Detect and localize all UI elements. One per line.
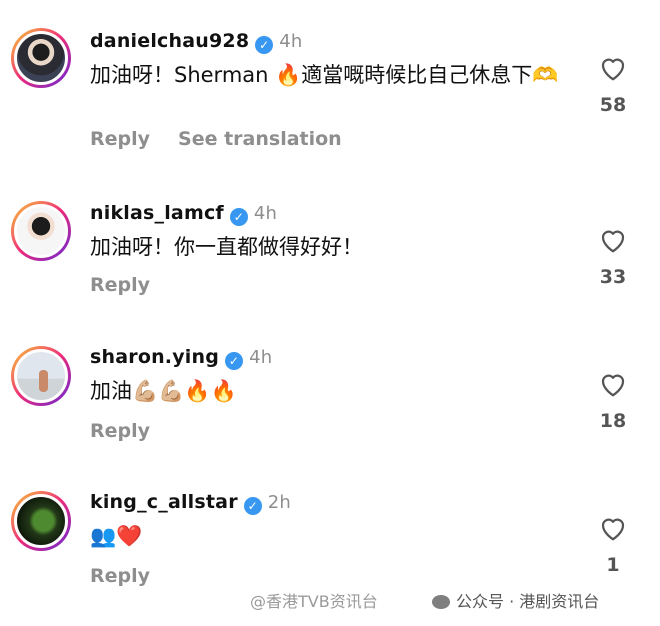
- verified-badge-icon: ✓: [229, 208, 248, 226]
- like-control: 18: [592, 370, 634, 432]
- comment-header: danielchau928 ✓ 4h: [90, 30, 303, 54]
- like-control: 33: [592, 226, 634, 288]
- timestamp: 4h: [279, 31, 303, 52]
- verified-badge-icon: ✓: [255, 36, 274, 54]
- comment-text: 加油💪🏼💪🏼🔥🔥: [90, 379, 237, 403]
- verified-badge-icon: ✓: [225, 352, 244, 370]
- avatar[interactable]: [11, 491, 71, 551]
- username[interactable]: danielchau928: [90, 30, 249, 52]
- username[interactable]: king_c_allstar: [90, 491, 238, 513]
- verified-badge-icon: ✓: [243, 497, 262, 515]
- like-control: 58: [592, 54, 634, 116]
- heart-icon[interactable]: [598, 514, 628, 542]
- comment-actions: Reply See translation: [90, 128, 370, 150]
- comment-header: sharon.ying ✓ 4h: [90, 346, 272, 370]
- comment-text: 👥❤️: [90, 524, 143, 548]
- heart-icon[interactable]: [598, 54, 628, 82]
- heart-icon[interactable]: [598, 226, 628, 254]
- like-count: 58: [599, 94, 627, 116]
- avatar[interactable]: [11, 28, 71, 88]
- heart-icon[interactable]: [598, 370, 628, 398]
- reply-button[interactable]: Reply: [90, 420, 150, 442]
- reply-button[interactable]: Reply: [90, 274, 150, 296]
- like-control: 1: [592, 514, 634, 576]
- timestamp: 4h: [253, 203, 278, 224]
- username[interactable]: sharon.ying: [90, 346, 219, 368]
- like-count: 1: [606, 554, 620, 576]
- comment-text: 加油呀！你一直都做得好好！: [90, 235, 363, 259]
- reply-button[interactable]: Reply: [90, 128, 150, 150]
- avatar[interactable]: [11, 201, 71, 261]
- reply-button[interactable]: Reply: [90, 565, 150, 587]
- timestamp: 2h: [267, 492, 292, 513]
- watermark-wechat-text: 公众号 · 港剧资讯台: [456, 592, 600, 611]
- avatar[interactable]: [11, 346, 71, 406]
- watermark-wechat: 公众号 · 港剧资讯台: [432, 588, 599, 612]
- comment-actions: Reply: [90, 274, 178, 296]
- comment-header: niklas_lamcf ✓ 4h: [90, 202, 277, 226]
- like-count: 33: [599, 266, 627, 288]
- watermark-weibo: @香港TVB资讯台: [250, 592, 378, 611]
- like-count: 18: [599, 410, 627, 432]
- timestamp: 4h: [249, 347, 273, 368]
- see-translation-button[interactable]: See translation: [178, 128, 342, 150]
- comment-actions: Reply: [90, 565, 178, 587]
- comment-text: 加油呀！Sherman 🔥適當嘅時候比自己休息下🫶: [90, 63, 559, 87]
- comment-header: king_c_allstar ✓ 2h: [90, 491, 291, 515]
- comment-actions: Reply: [90, 420, 178, 442]
- username[interactable]: niklas_lamcf: [90, 202, 224, 224]
- wechat-icon: [432, 595, 450, 609]
